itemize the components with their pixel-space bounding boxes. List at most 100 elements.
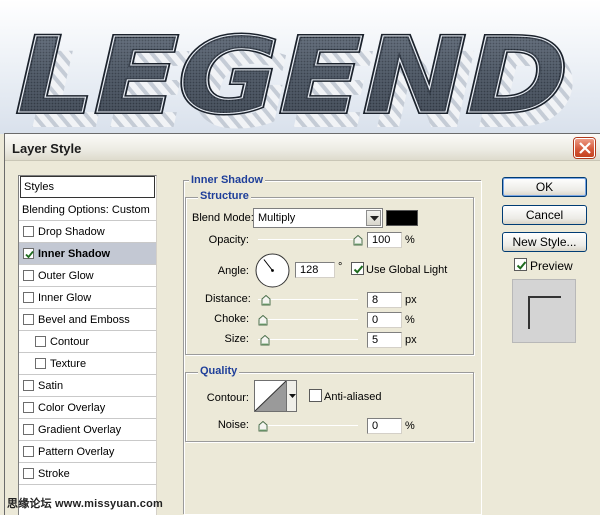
style-item-label: Inner Glow	[38, 291, 92, 304]
watermark: 思缘论坛 www.missyuan.com	[7, 498, 163, 510]
inner-shadow-title: Inner Shadow	[189, 174, 266, 186]
style-item-checkbox[interactable]	[23, 446, 34, 457]
contour-preview[interactable]	[254, 380, 287, 412]
opacity-input[interactable]: 100	[367, 232, 402, 248]
style-item-label: Inner Shadow	[38, 247, 111, 260]
noise-input[interactable]: 0	[367, 418, 402, 434]
quality-title: Quality	[198, 365, 240, 377]
style-item-drop-shadow[interactable]: Drop Shadow	[19, 221, 156, 243]
slider-thumb-icon	[258, 314, 268, 326]
style-item-label: Bevel and Emboss	[38, 313, 130, 326]
style-item-label: Texture	[50, 357, 87, 370]
style-item-checkbox[interactable]	[23, 248, 34, 259]
use-global-light-checkbox[interactable]	[351, 262, 364, 275]
checkmark-icon	[516, 261, 527, 270]
blend-mode-select[interactable]: Multiply	[253, 208, 383, 228]
style-item-checkbox[interactable]	[23, 380, 34, 391]
style-item-checkbox[interactable]	[23, 468, 34, 479]
new-style-button[interactable]: New Style...	[502, 232, 587, 252]
style-preview-thumbnail	[512, 279, 576, 343]
style-item-inner-glow[interactable]: Inner Glow	[19, 287, 156, 309]
angle-label: Angle:	[217, 265, 249, 277]
blend-mode-label: Blend Mode:	[192, 212, 254, 224]
style-item-checkbox[interactable]	[35, 336, 46, 347]
ok-button[interactable]: OK	[502, 177, 587, 197]
style-item-label: Satin	[38, 379, 64, 392]
size-slider-thumb[interactable]	[260, 334, 270, 346]
preview-checkbox[interactable]	[514, 258, 527, 271]
style-item-bevel-and-emboss[interactable]: Bevel and Emboss	[19, 309, 156, 331]
checkmark-icon	[353, 265, 364, 274]
style-item-pattern-overlay[interactable]: Pattern Overlay	[19, 441, 156, 463]
slider-thumb-icon	[353, 234, 363, 246]
style-item-stroke[interactable]: Stroke	[19, 463, 156, 485]
style-item-gradient-overlay[interactable]: Gradient Overlay	[19, 419, 156, 441]
anti-aliased-label: Anti-aliased	[324, 391, 382, 403]
style-item-checkbox[interactable]	[35, 358, 46, 369]
style-item-checkbox[interactable]	[23, 226, 34, 237]
shadow-color-swatch[interactable]	[386, 210, 418, 226]
style-item-checkbox[interactable]	[23, 402, 34, 413]
opacity-label: Opacity:	[208, 234, 249, 246]
distance-label: Distance:	[205, 293, 251, 305]
opacity-slider-track[interactable]	[258, 239, 363, 240]
style-item-contour[interactable]: Contour	[19, 331, 156, 353]
preview-label: Preview	[530, 259, 573, 273]
noise-unit: %	[405, 420, 415, 432]
opacity-unit: %	[405, 234, 415, 246]
close-button[interactable]	[574, 138, 595, 158]
quality-group	[185, 372, 474, 442]
style-item-label: Stroke	[38, 467, 70, 480]
chevron-down-icon	[289, 394, 296, 398]
close-icon	[579, 142, 591, 154]
style-item-label: Drop Shadow	[38, 225, 105, 238]
dialog-title: Layer Style	[12, 141, 82, 156]
slider-thumb-icon	[260, 334, 270, 346]
styles-header[interactable]: Styles	[20, 176, 155, 198]
style-item-label: Pattern Overlay	[38, 445, 115, 458]
choke-slider-thumb[interactable]	[258, 314, 268, 326]
distance-slider-track[interactable]	[258, 299, 358, 300]
style-item-label: Contour	[50, 335, 90, 348]
contour-dropdown[interactable]	[286, 380, 297, 412]
layer-style-dialog: Layer Style Styles Blending Options: Cus…	[4, 133, 600, 515]
cancel-button[interactable]: Cancel	[502, 205, 587, 225]
size-unit: px	[405, 334, 417, 346]
style-item-blending-options-custom[interactable]: Blending Options: Custom	[19, 199, 156, 221]
choke-unit: %	[405, 314, 415, 326]
slider-thumb-icon	[261, 294, 271, 306]
angle-unit: °	[338, 261, 343, 273]
size-input[interactable]: 5	[367, 332, 402, 348]
angle-input[interactable]: 128	[295, 262, 335, 278]
dialog-titlebar: Layer Style	[5, 134, 600, 161]
choke-label: Choke:	[214, 313, 249, 325]
structure-title: Structure	[198, 190, 251, 202]
opacity-slider-thumb[interactable]	[353, 234, 363, 246]
styles-list: Styles Blending Options: Custom Drop Shad…	[18, 175, 157, 515]
style-item-color-overlay[interactable]: Color Overlay	[19, 397, 156, 419]
style-item-label: Gradient Overlay	[38, 423, 122, 436]
style-item-satin[interactable]: Satin	[19, 375, 156, 397]
size-slider-track[interactable]	[258, 339, 358, 340]
style-item-checkbox[interactable]	[23, 270, 34, 281]
choke-input[interactable]: 0	[367, 312, 402, 328]
style-item-label: Outer Glow	[38, 269, 94, 282]
style-item-checkbox[interactable]	[23, 292, 34, 303]
distance-input[interactable]: 8	[367, 292, 402, 308]
size-label: Size:	[224, 333, 249, 345]
style-item-checkbox[interactable]	[23, 314, 34, 325]
style-item-checkbox[interactable]	[23, 424, 34, 435]
slider-thumb-icon	[258, 420, 268, 432]
noise-slider-thumb[interactable]	[258, 420, 268, 432]
angle-dial[interactable]	[254, 252, 291, 289]
noise-label: Noise:	[217, 419, 249, 431]
choke-slider-track[interactable]	[258, 319, 358, 320]
distance-slider-thumb[interactable]	[261, 294, 271, 306]
checkmark-icon	[25, 250, 34, 259]
style-item-outer-glow[interactable]: Outer Glow	[19, 265, 156, 287]
style-item-inner-shadow[interactable]: Inner Shadow	[19, 243, 156, 265]
style-item-texture[interactable]: Texture	[19, 353, 156, 375]
anti-aliased-checkbox[interactable]	[309, 389, 322, 402]
noise-slider-track[interactable]	[258, 425, 358, 426]
artwork-banner: LEGEND LEGEND LEGEND LEGEND	[0, 0, 600, 134]
